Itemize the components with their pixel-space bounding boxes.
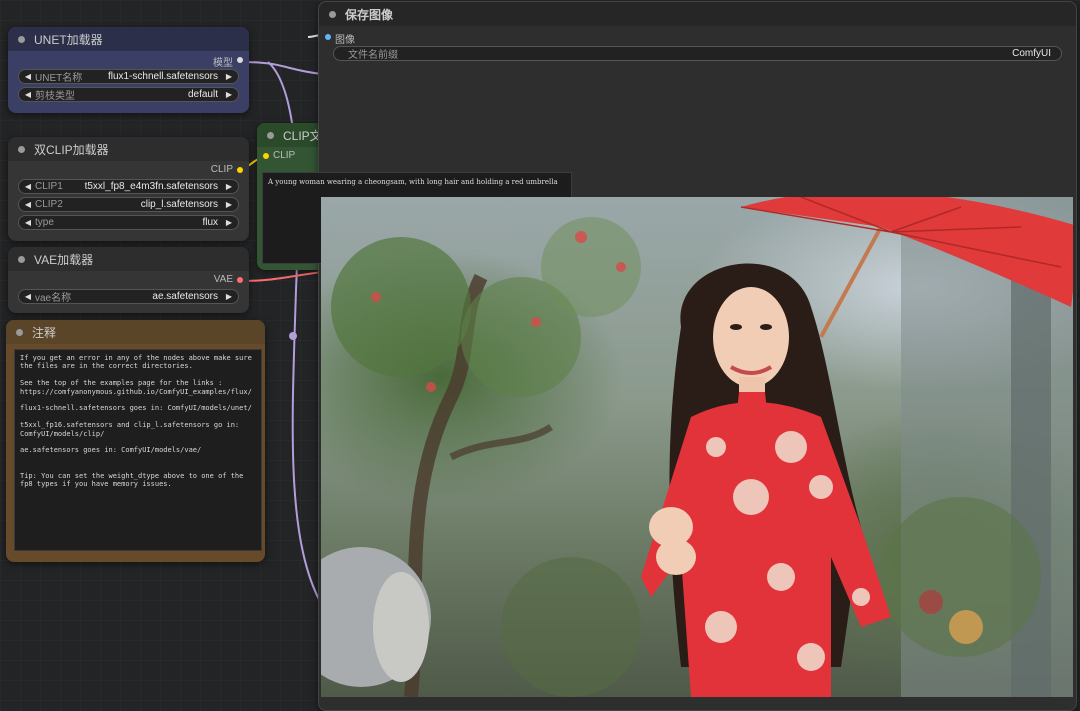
filename-prefix-label: 文件名前缀 (348, 50, 398, 61)
weight-dtype-label: 剪枝类型 (35, 91, 75, 102)
note-title: 注释 (32, 325, 57, 340)
unet-loader-node[interactable]: UNET加载器 模型 ◀ UNET名称 flux1-schnell.safete… (8, 27, 249, 113)
arrow-left-icon[interactable]: ◀ (23, 182, 33, 191)
clip-input-label: CLIP (273, 150, 296, 161)
clip-output-label: CLIP (210, 164, 233, 175)
dual-clip-loader-title: 双CLIP加载器 (34, 142, 109, 157)
dual-clip-loader-node[interactable]: 双CLIP加载器 CLIP ◀ CLIP1 t5xxl_fp8_e4m3fn.s… (8, 137, 249, 241)
clip-input-slot[interactable]: CLIP (257, 147, 327, 165)
filename-prefix-field[interactable]: 文件名前缀 ComfyUI (333, 46, 1062, 61)
dual-clip-loader-header[interactable]: 双CLIP加载器 (8, 137, 249, 161)
collapse-dot-icon[interactable] (267, 131, 274, 139)
arrow-right-icon[interactable]: ▶ (224, 218, 234, 227)
arrow-left-icon[interactable]: ◀ (23, 292, 33, 301)
save-image-header[interactable]: 保存图像 (319, 2, 1076, 26)
image-input-dot-icon[interactable] (325, 34, 331, 40)
unet-name-value: flux1-schnell.safetensors (107, 71, 218, 82)
note-node[interactable]: 注释 If you get an error in any of the nod… (6, 320, 265, 562)
arrow-left-icon[interactable]: ◀ (23, 218, 33, 227)
arrow-left-icon[interactable]: ◀ (23, 90, 33, 99)
vae-output-dot-icon[interactable] (237, 277, 243, 283)
arrow-right-icon[interactable]: ▶ (224, 200, 234, 209)
vae-loader-header[interactable]: VAE加载器 (8, 247, 249, 271)
filename-prefix-value: ComfyUI (1012, 48, 1051, 59)
clip2-combo[interactable]: ◀ CLIP2 clip_l.safetensors ▶ (18, 197, 239, 212)
collapse-dot-icon[interactable] (16, 328, 23, 336)
model-output-label: 模型 (213, 58, 233, 69)
arrow-right-icon[interactable]: ▶ (224, 90, 234, 99)
note-textarea[interactable]: If you get an error in any of the nodes … (14, 349, 262, 551)
weight-dtype-value: default (187, 89, 218, 100)
unet-loader-title: UNET加载器 (34, 32, 103, 47)
vae-name-label: vae名称 (35, 293, 72, 304)
unet-name-combo[interactable]: ◀ UNET名称 flux1-schnell.safetensors ▶ (18, 69, 239, 84)
arrow-right-icon[interactable]: ▶ (224, 72, 234, 81)
vae-output-slot[interactable]: VAE (8, 271, 249, 289)
clip-text-encode-header[interactable]: CLIP文本 (257, 123, 334, 147)
vae-loader-node[interactable]: VAE加载器 VAE ◀ vae名称 ae.safetensors ▶ (8, 247, 249, 313)
weight-dtype-combo[interactable]: ◀ 剪枝类型 default ▶ (18, 87, 239, 102)
save-image-title: 保存图像 (345, 7, 394, 22)
clip-output-slot[interactable]: CLIP (8, 161, 249, 179)
unet-loader-header[interactable]: UNET加载器 (8, 27, 249, 51)
clip2-value: clip_l.safetensors (140, 199, 218, 210)
clip2-label: CLIP2 (35, 199, 63, 210)
arrow-left-icon[interactable]: ◀ (23, 72, 33, 81)
vae-name-combo[interactable]: ◀ vae名称 ae.safetensors ▶ (18, 289, 239, 304)
clip-input-dot-icon[interactable] (263, 153, 269, 159)
collapse-dot-icon[interactable] (329, 10, 336, 18)
clip1-combo[interactable]: ◀ CLIP1 t5xxl_fp8_e4m3fn.safetensors ▶ (18, 179, 239, 194)
vae-loader-title: VAE加载器 (34, 252, 94, 267)
clip1-label: CLIP1 (35, 181, 63, 192)
clip-type-label: type (35, 217, 54, 228)
collapse-dot-icon[interactable] (18, 255, 25, 263)
clip-output-dot-icon[interactable] (237, 167, 243, 173)
generated-image-illustration (321, 197, 1073, 697)
model-output-dot-icon[interactable] (237, 57, 243, 63)
collapse-dot-icon[interactable] (18, 35, 25, 43)
arrow-right-icon[interactable]: ▶ (224, 182, 234, 191)
clip1-value: t5xxl_fp8_e4m3fn.safetensors (84, 181, 218, 192)
collapse-dot-icon[interactable] (18, 145, 25, 153)
vae-output-label: VAE (213, 274, 233, 285)
unet-name-label: UNET名称 (35, 73, 83, 84)
image-input-slot[interactable]: 图像 (319, 28, 1076, 46)
clip-type-value: flux (202, 217, 218, 228)
vae-name-value: ae.safetensors (152, 291, 218, 302)
arrow-right-icon[interactable]: ▶ (224, 292, 234, 301)
model-output-slot[interactable]: 模型 (8, 51, 249, 69)
arrow-left-icon[interactable]: ◀ (23, 200, 33, 209)
note-header[interactable]: 注释 (6, 320, 265, 344)
clip-type-combo[interactable]: ◀ type flux ▶ (18, 215, 239, 230)
image-input-label: 图像 (335, 35, 355, 46)
generated-image-preview (321, 197, 1073, 697)
